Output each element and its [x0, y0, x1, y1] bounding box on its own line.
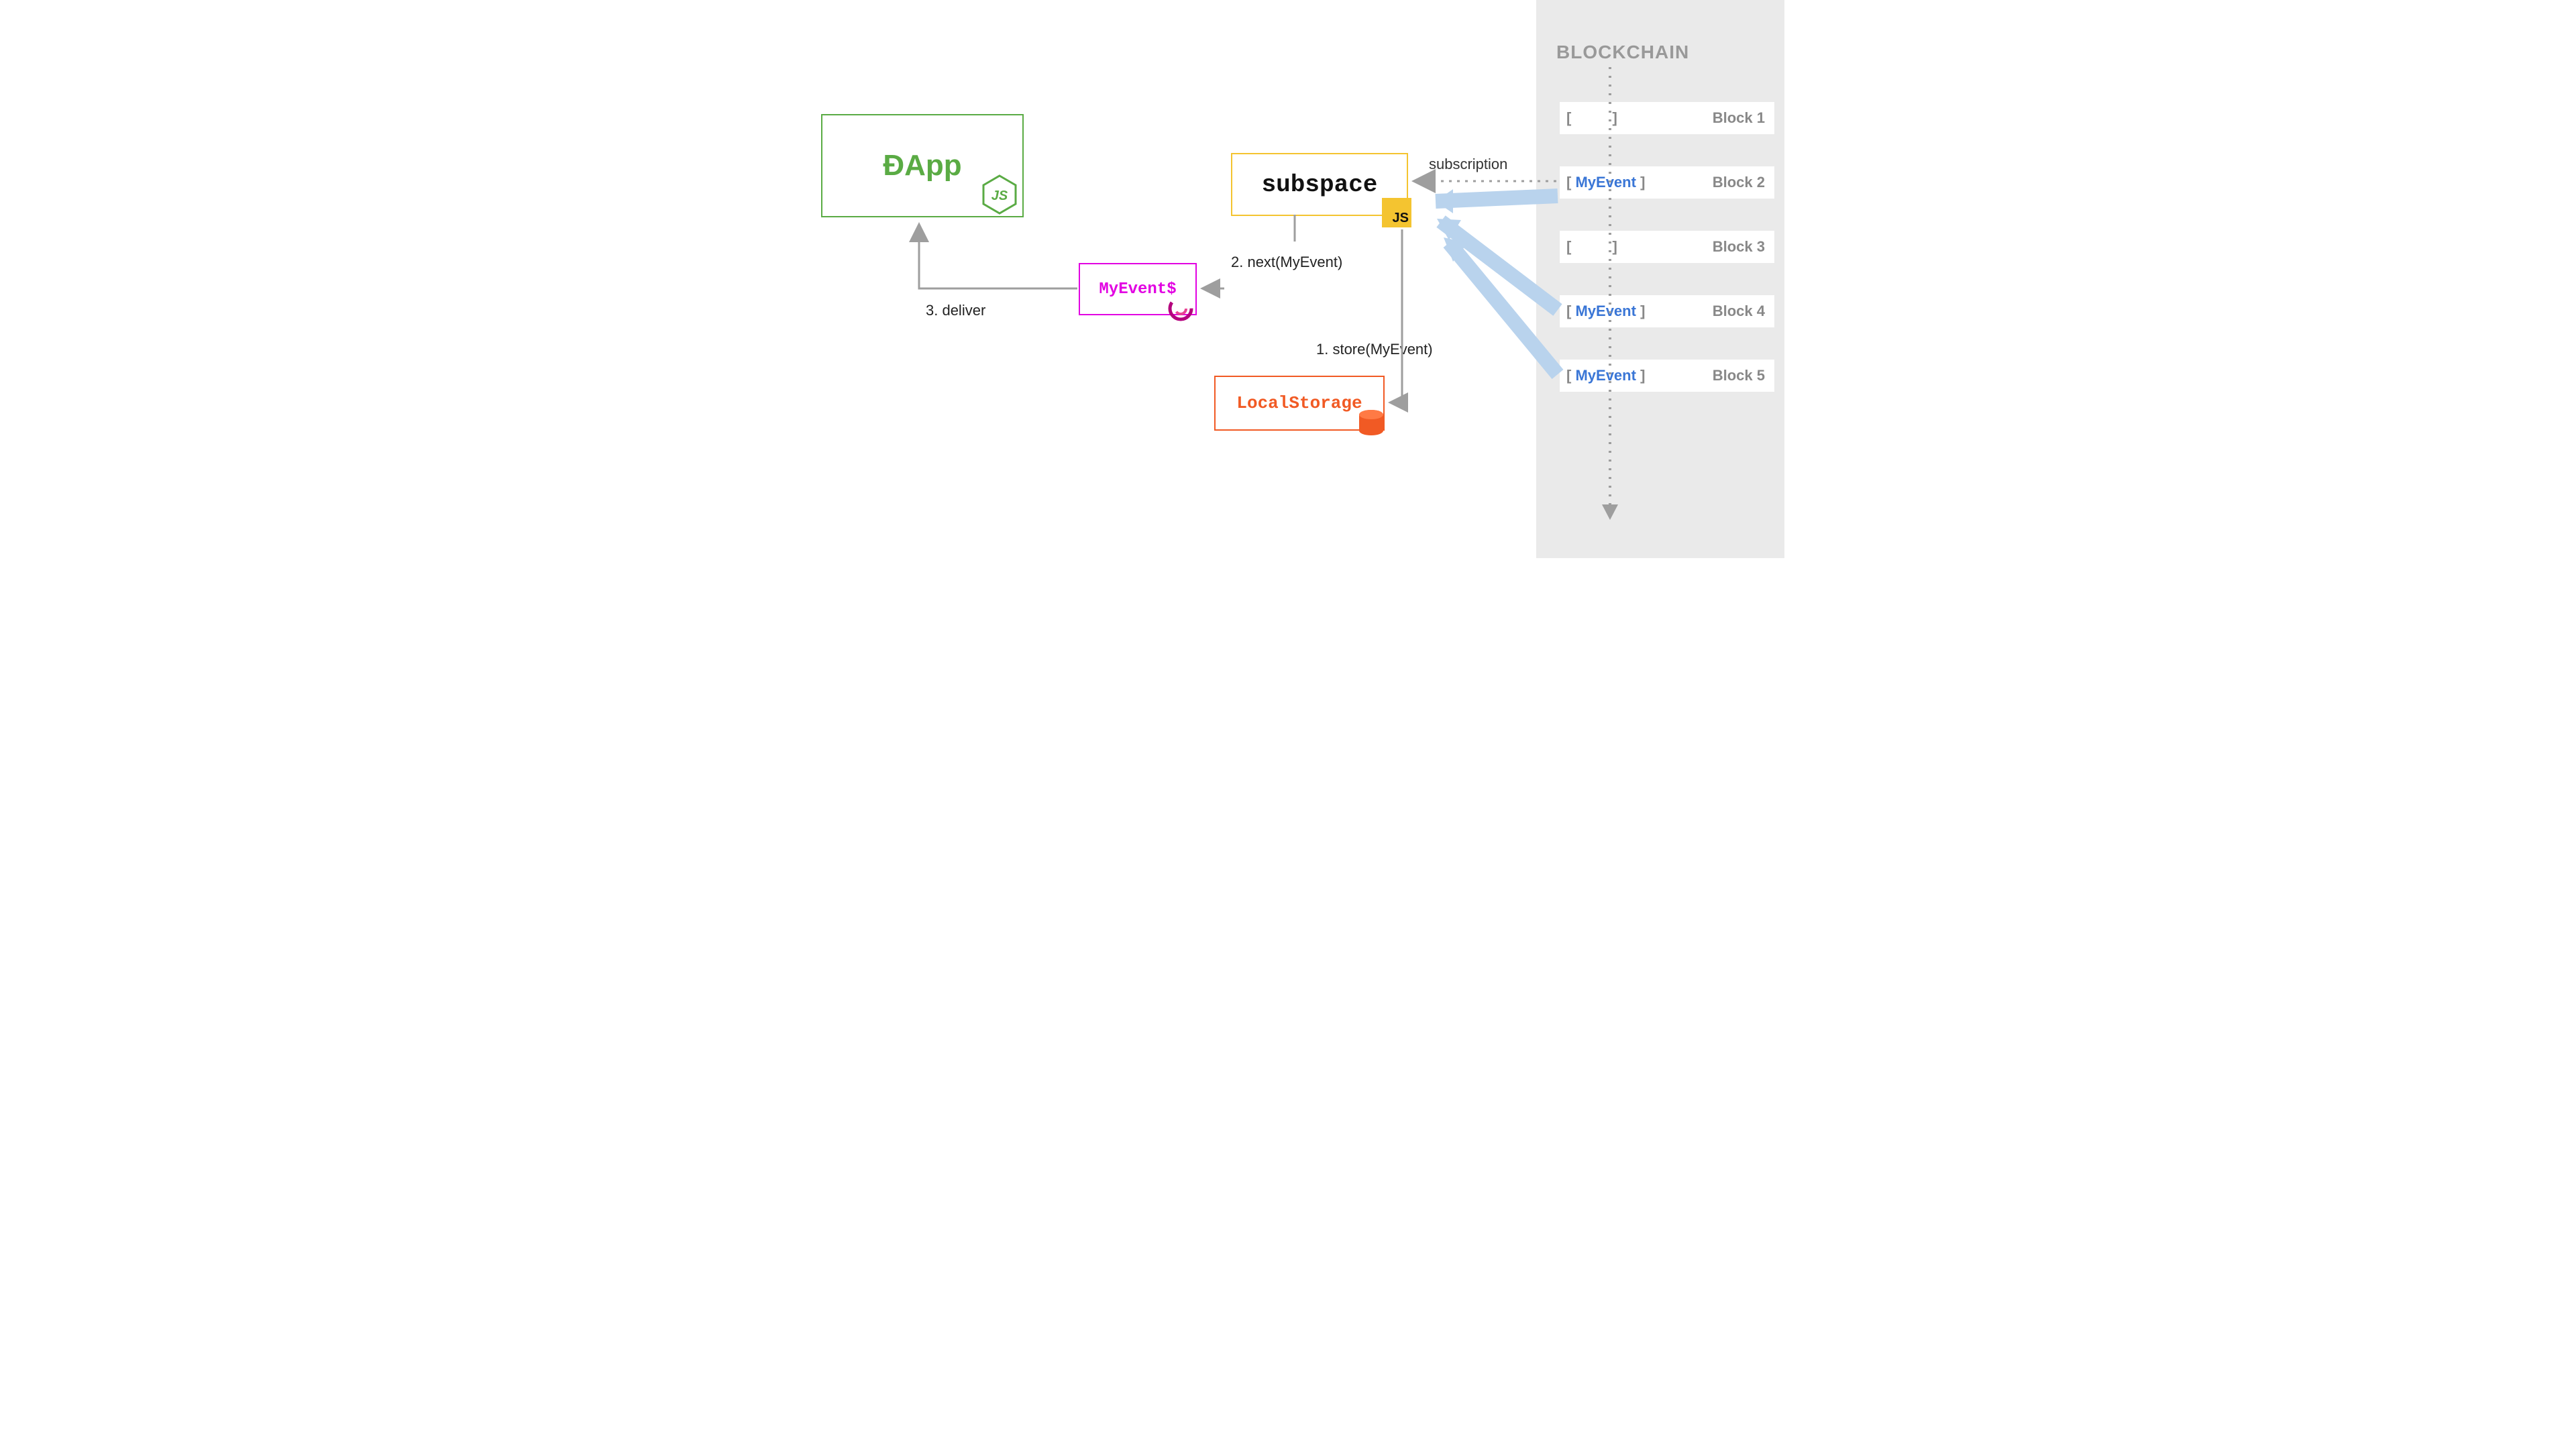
- next-label: 2. next(MyEvent): [1231, 254, 1342, 271]
- dapp-box: ÐApp: [821, 114, 1024, 217]
- block-name: Block 1: [1713, 109, 1774, 127]
- bracket-right: ]: [1612, 109, 1617, 126]
- block-event: MyEvent: [1575, 367, 1635, 384]
- block-name: Block 4: [1713, 303, 1774, 320]
- block-name: Block 3: [1713, 238, 1774, 256]
- bracket-left: [: [1566, 367, 1571, 384]
- block-row-4: [ MyEvent ] Block 4: [1560, 295, 1774, 327]
- bracket-left: [: [1566, 174, 1571, 191]
- store-label: 1. store(MyEvent): [1316, 341, 1433, 358]
- localstorage-box: LocalStorage: [1214, 376, 1385, 431]
- myevent-label: MyEvent$: [1099, 280, 1176, 299]
- subscription-label: subscription: [1429, 156, 1507, 173]
- block-row-2: [ MyEvent ] Block 2: [1560, 166, 1774, 199]
- bracket-left: [: [1566, 109, 1571, 126]
- bracket-right: ]: [1640, 303, 1645, 319]
- diagram-stage: BLOCKCHAIN [ ] Block 1 [ MyEvent ] Block…: [792, 0, 1784, 558]
- myevent-box: MyEvent$: [1079, 263, 1197, 315]
- block-row-1: [ ] Block 1: [1560, 102, 1774, 134]
- block-row-3: [ ] Block 3: [1560, 231, 1774, 263]
- block-name: Block 5: [1713, 367, 1774, 384]
- bracket-right: ]: [1640, 367, 1645, 384]
- bracket-left: [: [1566, 303, 1571, 319]
- js-badge-icon: JS: [1382, 198, 1411, 227]
- bracket-right: ]: [1612, 238, 1617, 255]
- blockchain-panel: [1536, 0, 1784, 558]
- bracket-right: ]: [1640, 174, 1645, 191]
- localstorage-label: LocalStorage: [1236, 393, 1362, 413]
- deliver-label: 3. deliver: [926, 302, 985, 319]
- bracket-left: [: [1566, 238, 1571, 255]
- block-event: MyEvent: [1575, 174, 1635, 191]
- block-name: Block 2: [1713, 174, 1774, 191]
- block-row-5: [ MyEvent ] Block 5: [1560, 360, 1774, 392]
- blockchain-title: BLOCKCHAIN: [1556, 42, 1689, 63]
- dapp-label: ÐApp: [883, 149, 961, 182]
- block-event: MyEvent: [1575, 303, 1635, 319]
- subspace-label: subspace: [1262, 171, 1378, 199]
